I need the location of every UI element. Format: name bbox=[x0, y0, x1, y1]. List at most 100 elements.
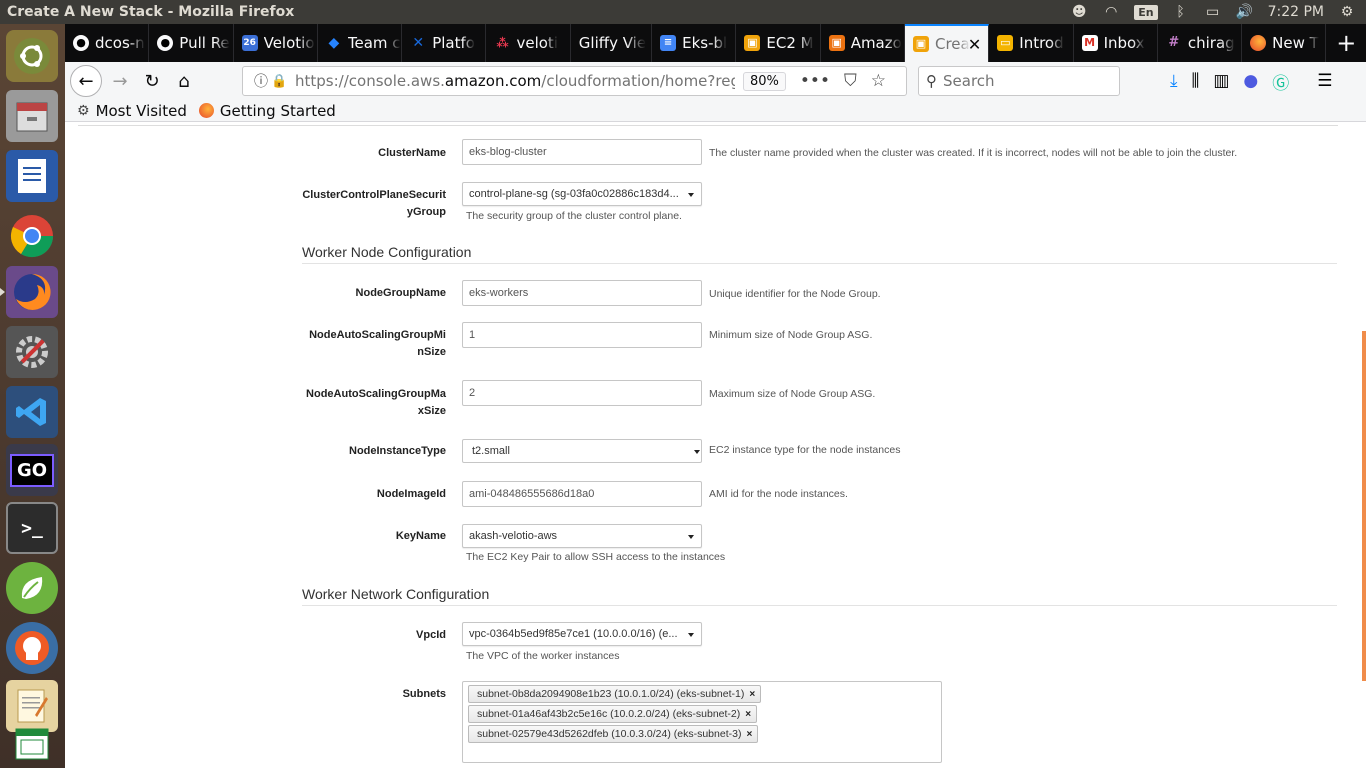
tab-label: Gliffy Vie bbox=[578, 34, 647, 52]
battery-icon[interactable]: ▭ bbox=[1204, 5, 1222, 19]
node-group-name-input[interactable]: eks-workers bbox=[462, 280, 702, 306]
bookmark-label: Most Visited bbox=[95, 101, 187, 120]
download-icon[interactable]: ⤓ bbox=[1170, 71, 1178, 91]
remove-chip-icon[interactable]: × bbox=[746, 729, 752, 740]
pocket-icon[interactable]: ⛉ bbox=[844, 71, 857, 91]
browser-tab[interactable]: ⁂ veloti bbox=[486, 24, 571, 62]
cluster-name-input[interactable]: eks-blog-cluster bbox=[462, 139, 702, 165]
accessibility-icon[interactable]: ☻ bbox=[1070, 5, 1088, 19]
browser-tab-active[interactable]: ▣ Crea ✕ bbox=[904, 24, 990, 62]
browser-tab[interactable]: M Inbox bbox=[1074, 24, 1158, 62]
chevron-down-icon bbox=[688, 193, 694, 197]
site-info-icon[interactable]: ⓘ bbox=[251, 71, 271, 91]
browser-tab[interactable]: ≡ Eks-bl bbox=[652, 24, 737, 62]
select-value: akash-velotio-aws bbox=[469, 530, 558, 542]
asana-icon: ⁂ bbox=[496, 36, 509, 50]
slides-icon: ▭ bbox=[997, 35, 1014, 51]
wifi-icon[interactable]: ◠ bbox=[1102, 5, 1120, 19]
bookmark-label: Getting Started bbox=[219, 101, 336, 120]
browser-tab[interactable]: ◆ Team c bbox=[318, 24, 403, 62]
scrollbar-track[interactable] bbox=[1361, 123, 1366, 768]
control-plane-sg-select[interactable]: control-plane-sg (sg-03fa0c02886c183d4..… bbox=[462, 182, 702, 206]
github-icon: ● bbox=[157, 35, 174, 51]
select-value: control-plane-sg (sg-03fa0c02886c183d4..… bbox=[469, 188, 679, 200]
back-button[interactable]: ← bbox=[70, 65, 102, 97]
scrollbar-thumb[interactable] bbox=[1362, 331, 1366, 681]
url-text[interactable]: https://console.aws.amazon.com/cloudform… bbox=[295, 72, 735, 90]
browser-tab[interactable]: ▣ EC2 M bbox=[736, 24, 821, 62]
github-icon: ● bbox=[73, 35, 89, 51]
subnets-label: Subnets bbox=[402, 688, 446, 700]
bookmark-most-visited[interactable]: ⚙ Most Visited bbox=[77, 102, 187, 120]
screen-share-icon[interactable]: ● bbox=[1243, 71, 1258, 91]
reload-button[interactable]: ↻ bbox=[138, 67, 166, 95]
aws-icon: ▣ bbox=[912, 36, 929, 52]
subnet-chip: subnet-02579e43d5262dfeb (10.0.3.0/24) (… bbox=[468, 725, 759, 743]
browser-tab[interactable]: ✕ Platfo bbox=[402, 24, 487, 62]
browser-tab[interactable]: # chirag bbox=[1158, 24, 1243, 62]
settings-icon[interactable] bbox=[6, 326, 58, 378]
asg-max-size-input[interactable]: 2 bbox=[462, 380, 702, 406]
sidebar-icon[interactable]: ▥ bbox=[1213, 71, 1229, 91]
system-menu-gear-icon[interactable]: ⚙ bbox=[1338, 5, 1356, 19]
volume-icon[interactable]: 🔊 bbox=[1236, 5, 1254, 19]
browser-tab[interactable]: ● Pull Re bbox=[149, 24, 234, 62]
remove-chip-icon[interactable]: × bbox=[749, 689, 755, 700]
vpc-id-select[interactable]: vpc-0364b5ed9f85e7ce1 (10.0.0.0/16) (e..… bbox=[462, 622, 702, 646]
tab-close-icon[interactable]: ✕ bbox=[968, 35, 981, 54]
node-image-id-label: NodeImageId bbox=[376, 488, 446, 500]
new-tab-button[interactable]: + bbox=[1326, 24, 1366, 62]
subnets-multiselect[interactable]: subnet-0b8da2094908e1b23 (10.0.1.0/24) (… bbox=[462, 681, 942, 763]
asg-min-size-input[interactable]: 1 bbox=[462, 322, 702, 348]
bookmark-star-icon[interactable]: ☆ bbox=[871, 71, 886, 91]
files-icon[interactable] bbox=[6, 90, 58, 142]
firefox-icon[interactable] bbox=[6, 266, 58, 318]
postman-icon[interactable] bbox=[6, 622, 58, 674]
ubuntu-launcher: GO >_ bbox=[0, 24, 65, 768]
chip-label: subnet-01a46af43b2c5e16c (10.0.2.0/24) (… bbox=[477, 708, 741, 720]
vscode-icon[interactable] bbox=[6, 386, 58, 438]
spreadsheet-icon[interactable] bbox=[6, 724, 58, 764]
libreoffice-writer-icon[interactable] bbox=[6, 150, 58, 202]
chrome-icon[interactable] bbox=[6, 210, 58, 262]
browser-tab[interactable]: ● dcos-n bbox=[65, 24, 150, 62]
key-name-select[interactable]: akash-velotio-aws bbox=[462, 524, 702, 548]
search-input[interactable]: ⚲ Search bbox=[918, 66, 1120, 96]
label-line: NodeAutoScalingGroupMa bbox=[306, 388, 446, 400]
terminal-icon[interactable]: >_ bbox=[6, 502, 58, 554]
lock-icon[interactable]: 🔒 bbox=[271, 74, 287, 89]
browser-tab[interactable]: ▣ Amazo bbox=[821, 24, 905, 62]
key-name-label: KeyName bbox=[395, 530, 446, 542]
clock[interactable]: 7:22 PM bbox=[1268, 4, 1324, 20]
bookmark-getting-started[interactable]: Getting Started bbox=[198, 101, 336, 120]
spring-icon[interactable] bbox=[6, 562, 58, 614]
ubuntu-dash-icon[interactable] bbox=[6, 30, 58, 82]
tab-label: chirag bbox=[1187, 34, 1235, 52]
worker-network-section-title: Worker Network Configuration bbox=[302, 586, 490, 602]
system-tray: ☻ ◠ En ᛒ ▭ 🔊 7:22 PM ⚙ bbox=[1070, 4, 1366, 20]
library-icon[interactable]: ⫼ bbox=[1192, 71, 1200, 91]
tab-label: New T bbox=[1272, 34, 1319, 52]
browser-tab[interactable]: ▭ Introd bbox=[989, 24, 1074, 62]
remove-chip-icon[interactable]: × bbox=[745, 709, 751, 720]
node-instance-type-select[interactable]: t2.small bbox=[462, 439, 702, 463]
bluetooth-icon[interactable]: ᛒ bbox=[1172, 5, 1190, 19]
browser-tab[interactable]: 26 Velotio bbox=[234, 24, 318, 62]
home-button[interactable]: ⌂ bbox=[170, 67, 198, 95]
hamburger-menu-icon[interactable]: ☰ bbox=[1317, 71, 1332, 91]
keyboard-language-indicator[interactable]: En bbox=[1134, 4, 1158, 20]
asg-min-size-label: NodeAutoScalingGroupMi nSize bbox=[266, 327, 446, 361]
node-image-id-input[interactable]: ami-048486555686d18a0 bbox=[462, 481, 702, 507]
grammarly-icon[interactable]: Ⓖ bbox=[1272, 69, 1289, 94]
tab-label: Crea bbox=[934, 35, 970, 53]
page-actions-icon[interactable]: ••• bbox=[800, 71, 830, 91]
tab-label: EC2 M bbox=[766, 34, 814, 52]
aws-icon: ▣ bbox=[828, 35, 845, 51]
browser-tab[interactable]: New T bbox=[1242, 24, 1327, 62]
browser-tab[interactable]: Gliffy Vie bbox=[571, 24, 653, 62]
label-line: NodeAutoScalingGroupMi bbox=[309, 329, 446, 341]
forward-button[interactable]: → bbox=[106, 67, 134, 95]
url-bar[interactable]: ⓘ 🔒 https://console.aws.amazon.com/cloud… bbox=[242, 66, 907, 96]
goland-icon[interactable]: GO bbox=[6, 444, 58, 496]
zoom-level-button[interactable]: 80% bbox=[743, 71, 786, 91]
